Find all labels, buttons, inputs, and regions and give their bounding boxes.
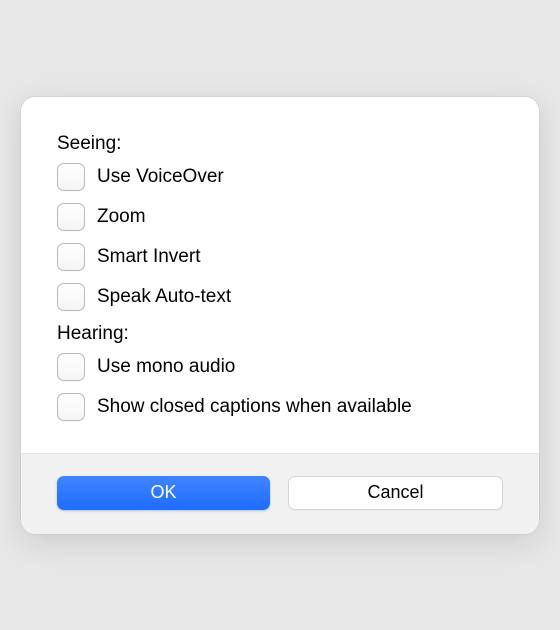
option-row-voiceover: Use VoiceOver [57,163,503,191]
option-label-zoom: Zoom [97,206,146,228]
option-label-speak-auto-text: Speak Auto-text [97,286,231,308]
option-label-voiceover: Use VoiceOver [97,166,224,188]
option-row-closed-captions: Show closed captions when available [57,393,503,421]
option-row-mono-audio: Use mono audio [57,353,503,381]
option-label-mono-audio: Use mono audio [97,356,235,378]
checkbox-speak-auto-text[interactable] [57,283,85,311]
cancel-button[interactable]: Cancel [288,476,503,510]
option-label-closed-captions: Show closed captions when available [97,396,412,418]
accessibility-dialog: Seeing: Use VoiceOver Zoom Smart Invert … [21,97,539,534]
option-label-smart-invert: Smart Invert [97,246,200,268]
checkbox-mono-audio[interactable] [57,353,85,381]
option-row-zoom: Zoom [57,203,503,231]
checkbox-smart-invert[interactable] [57,243,85,271]
checkbox-zoom[interactable] [57,203,85,231]
checkbox-voiceover[interactable] [57,163,85,191]
hearing-section-label: Hearing: [57,323,503,345]
dialog-content: Seeing: Use VoiceOver Zoom Smart Invert … [21,97,539,453]
checkbox-closed-captions[interactable] [57,393,85,421]
dialog-footer: OK Cancel [21,453,539,534]
option-row-smart-invert: Smart Invert [57,243,503,271]
option-row-speak-auto-text: Speak Auto-text [57,283,503,311]
seeing-section-label: Seeing: [57,133,503,155]
ok-button[interactable]: OK [57,476,270,510]
